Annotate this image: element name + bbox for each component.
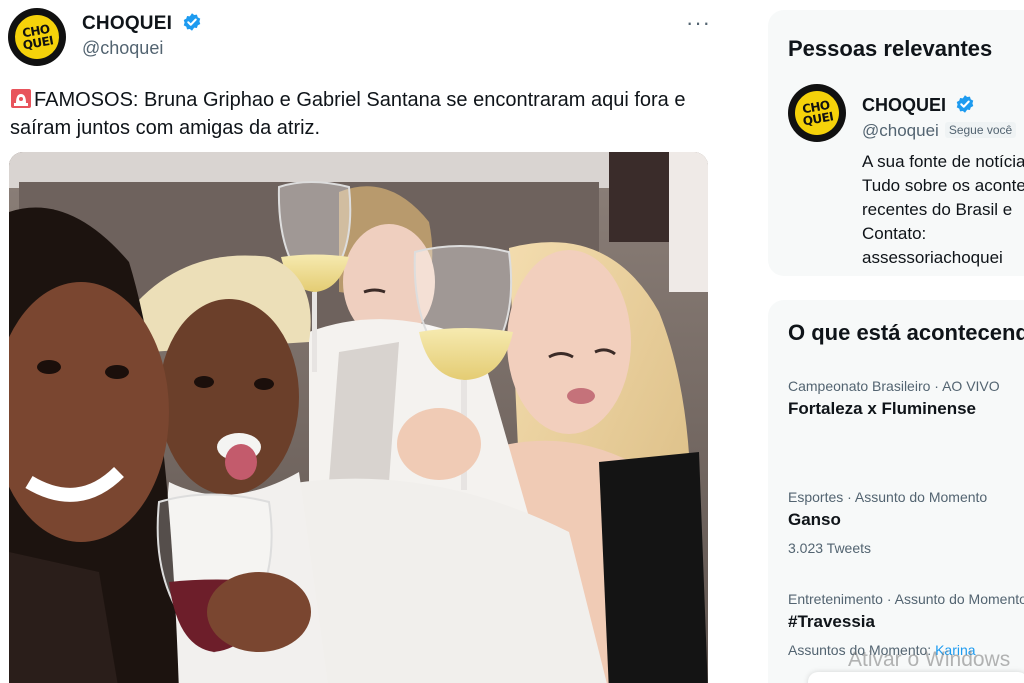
tweet-article: CHO QUEI CHOQUEI @choquei ··· FAMOSOS: B… xyxy=(0,0,728,683)
author-name-row[interactable]: CHOQUEI xyxy=(82,12,202,35)
more-icon[interactable]: ··· xyxy=(686,12,711,34)
bio-line: assessoriachoquei xyxy=(862,248,1003,267)
relevant-handle[interactable]: @choquei xyxy=(862,121,939,140)
trend-meta: Entretenimento · Assunto do Momento xyxy=(788,591,1024,607)
verified-badge-icon xyxy=(183,13,200,31)
author-avatar[interactable]: CHO QUEI xyxy=(8,8,66,66)
choquei-logo-icon: CHO QUEI xyxy=(11,11,63,63)
trend-count: 3.023 Tweets xyxy=(788,540,872,556)
relevant-people-card: Pessoas relevantes CHO QUEI CHOQUEI @cho… xyxy=(768,10,1024,276)
trend-topic: Ganso xyxy=(788,510,841,529)
verified-badge-icon xyxy=(956,95,974,113)
tweet-body: FAMOSOS: Bruna Griphao e Gabriel Santana… xyxy=(10,89,686,139)
siren-icon xyxy=(11,89,31,108)
trend-meta: Esportes · Assunto do Momento xyxy=(788,489,988,505)
follows-you-badge: Segue você xyxy=(944,122,1017,138)
relevant-avatar[interactable]: CHO QUEI xyxy=(788,84,846,142)
right-sidebar: Pessoas relevantes CHO QUEI CHOQUEI @cho… xyxy=(728,0,1024,683)
choquei-logo-icon: CHO QUEI xyxy=(791,87,843,139)
relevant-handle-row: @choquei Segue você xyxy=(862,121,1017,141)
relevant-name[interactable]: CHOQUEI xyxy=(862,95,946,115)
bio-line: recentes do Brasil e xyxy=(862,200,1013,219)
relevant-bio: A sua fonte de notícias Tudo sobre os ac… xyxy=(862,150,1024,270)
tweet-photo[interactable] xyxy=(9,152,708,683)
relevant-name-row[interactable]: CHOQUEI xyxy=(862,94,975,116)
trend-item[interactable]: Campeonato Brasileiro · AO VIVO Fortalez… xyxy=(788,378,1024,419)
author-handle[interactable]: @choquei xyxy=(82,38,163,59)
relevant-people-title: Pessoas relevantes xyxy=(788,36,993,61)
trends-card: O que está acontecendo Campeonato Brasil… xyxy=(768,300,1024,683)
tweet-text: FAMOSOS: Bruna Griphao e Gabriel Santana… xyxy=(10,86,710,142)
trends-title: O que está acontecendo xyxy=(788,320,1024,345)
trend-topic: #Travessia xyxy=(788,612,875,631)
logo-text-bottom: QUEI xyxy=(21,33,55,53)
bio-line: Contato: xyxy=(862,224,927,243)
author-name[interactable]: CHOQUEI xyxy=(82,13,172,34)
trend-item[interactable]: Esportes · Assunto do Momento Ganso 3.02… xyxy=(788,489,1024,556)
bio-line: A sua fonte de notícias xyxy=(862,152,1024,171)
bottom-overlay-pill xyxy=(808,672,1024,683)
logo-text-bottom: QUEI xyxy=(801,109,835,129)
trend-meta: Campeonato Brasileiro · AO VIVO xyxy=(788,378,1000,394)
trend-topic: Fortaleza x Fluminense xyxy=(788,399,976,418)
bio-line: Tudo sobre os acontecimentos xyxy=(862,176,1024,195)
app-root: CHO QUEI CHOQUEI @choquei ··· FAMOSOS: B… xyxy=(0,0,1024,683)
windows-activation-watermark: Ativar o Windows xyxy=(848,648,1011,671)
selfie-photo-illustration xyxy=(9,152,708,683)
